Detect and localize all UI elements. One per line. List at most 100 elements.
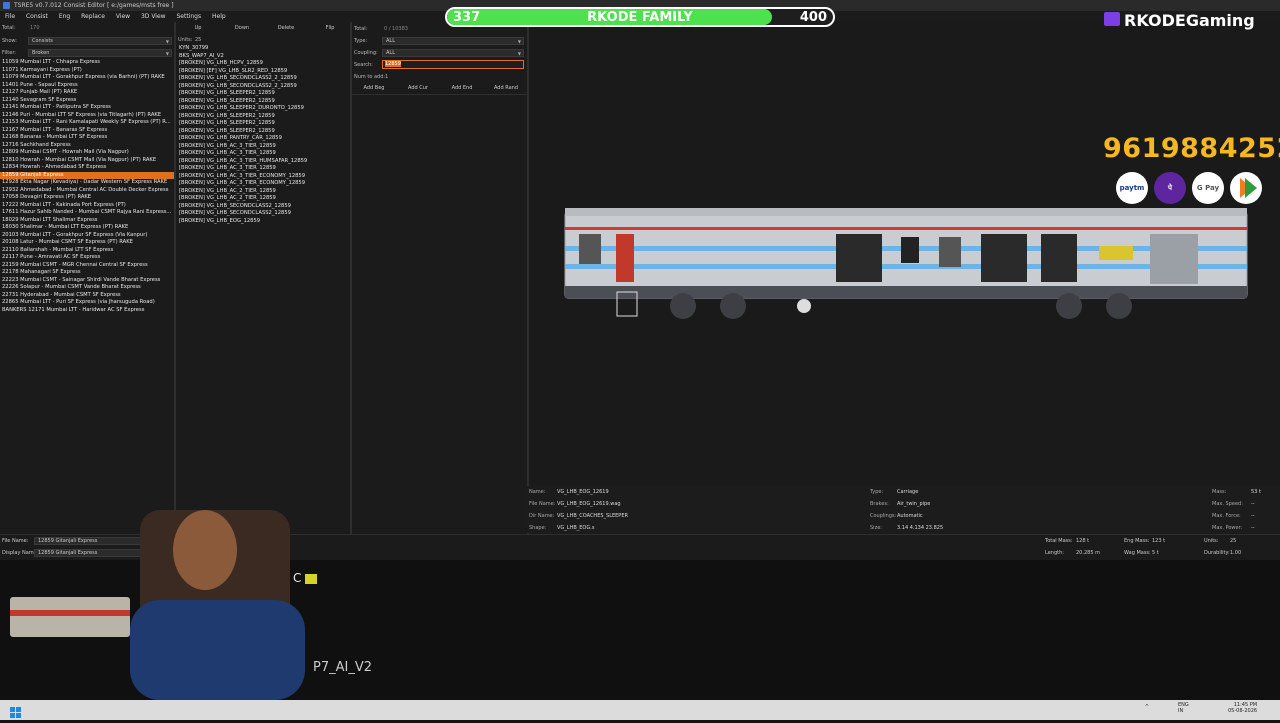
consist-list[interactable]: 11059 Mumbai LTT - Chhapra Express 11071 … (0, 59, 174, 319)
unit-list-item[interactable]: [BROKEN] VG_LHB_SECONDCLASS2_12859 (177, 210, 352, 218)
consist-list-item[interactable]: 12834 Howrah - Ahmedabad SF Express (0, 164, 174, 172)
contact-number: 9619884252 (1103, 133, 1280, 164)
properties-panel: Name: VG_LHB_EOG_12619 File Name: VG_LHB… (527, 486, 1280, 533)
down-button[interactable]: Down (222, 24, 262, 33)
unit-list-item[interactable]: [BROKEN] VG_LHB_HCPV_12859 (177, 60, 352, 68)
unit-list-item[interactable]: [BROKEN] VG_LHB_AC_3_TIER_12859 (177, 143, 352, 151)
consist-list-item[interactable]: 12928 Ekta Nagar (Kevadiya) - Dadar West… (0, 179, 174, 187)
consist-list-item[interactable]: 12810 Howrah - Mumbai CSMT Mail (Via Nag… (0, 157, 174, 165)
3d-viewport[interactable] (529, 22, 1280, 484)
unit-list-item[interactable]: [BROKEN] VG_LHB_SLEEPER2_12859 (177, 128, 352, 136)
consist-list-item[interactable]: 12140 Sevagram SF Express (0, 97, 174, 105)
consist-list-item[interactable]: BANKERS 12171 Mumbai LTT - Haridwar AC S… (0, 307, 174, 315)
gpay-icon: G Pay (1192, 172, 1224, 204)
consist-list-item[interactable]: 22223 Mumbai CSMT - Sainagar Shirdi Vand… (0, 277, 174, 285)
num-to-add-value[interactable]: 1 (385, 74, 388, 80)
filter-select[interactable]: Broken ▼ (28, 49, 172, 57)
consist-list-item[interactable]: 17058 Devagiri Express (PT) RAKE (0, 194, 174, 202)
add-cur-button[interactable]: Add Cur (398, 84, 438, 93)
unit-list-item[interactable]: [BROKEN] VG_LHB_SECONDCLASS2_12859 (177, 203, 352, 211)
prop-size-label: Size: (870, 525, 882, 531)
delete-button[interactable]: Delete (266, 24, 306, 33)
unit-list-item[interactable]: BKS_WAP7_AI_V2 (177, 53, 352, 61)
units-total-label: Units: (1204, 538, 1219, 544)
add-beg-button[interactable]: Add Beg (354, 84, 394, 93)
coupling-select[interactable]: ALL ▼ (382, 49, 524, 57)
add-end-button[interactable]: Add End (442, 84, 482, 93)
unit-list-item[interactable]: KYN_30799 (177, 45, 352, 53)
unit-list-item[interactable]: [BROKEN] VG_LHB_SECONDCLASS2_2_12859 (177, 83, 352, 91)
menu-help[interactable]: Help (212, 13, 226, 20)
unit-list-item[interactable]: [BROKEN] VG_LHB_AC_3_TIER_HUMSAFAR_12859 (177, 158, 352, 166)
unit-list-item[interactable]: [BROKEN] VG_LHB_AC_2_TIER_12859 (177, 188, 352, 196)
unit-list-item[interactable]: [BROKEN] VG_LHB_SLEEPER2_12859 (177, 113, 352, 121)
unit-list-item[interactable]: [BROKEN] [EF] VG_LHB_SLR2_RED_12859 (177, 68, 352, 76)
unit-list-item[interactable]: [BROKEN] VG_LHB_AC_3_TIER_12859 (177, 150, 352, 158)
search-input[interactable]: 12859 (382, 60, 524, 69)
consist-list-item[interactable]: 12809 Mumbai CSMT - Howrah Mail (Via Nag… (0, 149, 174, 157)
unit-list-item[interactable]: [BROKEN] VG_LHB_EOG_12859 (177, 218, 352, 226)
prop-type-label: Type: (870, 489, 884, 495)
flip-button[interactable]: Flip (310, 24, 350, 33)
consist-list-item[interactable]: 17222 Mumbai LTT - Kakinada Port Express… (0, 202, 174, 210)
consist-list-item[interactable]: 18029 Mumbai LTT Shalimar Express (0, 217, 174, 225)
consist-list-item[interactable]: 12168 Banaras - Mumbai LTT SF Express (0, 134, 174, 142)
consist-list-item[interactable]: 12153 Mumbai LTT - Rani Kamalapati Weekl… (0, 119, 174, 127)
consist-list-item[interactable]: 20103 Mumbai LTT - Gorakhpur SF Express … (0, 232, 174, 240)
wag-mass-value: 5 t (1152, 550, 1159, 556)
up-button[interactable]: Up (178, 24, 218, 33)
menu-view[interactable]: View (116, 13, 130, 20)
unit-list[interactable]: KYN_30799 BKS_WAP7_AI_V2 [BROKEN] VG_LHB_H… (177, 45, 352, 240)
show-select[interactable]: Consists ▼ (28, 37, 172, 45)
consist-list-item[interactable]: 12167 Mumbai LTT - Banaras SF Express (0, 127, 174, 135)
consist-list-item[interactable]: 11079 Mumbai LTT - Gorakhpur Express (vi… (0, 74, 174, 82)
consist-list-item[interactable]: 22731 Hyderabad - Mumbai CSMT SF Express (0, 292, 174, 300)
consist-list-item[interactable]: 22226 Solapur - Mumbai CSMT Vande Bharat… (0, 284, 174, 292)
consist-list-item[interactable]: 11059 Mumbai LTT - Chhapra Express (0, 59, 174, 67)
language-indicator[interactable]: ENG IN (1178, 702, 1189, 714)
unit-list-item[interactable]: [BROKEN] VG_LHB_AC_3_TIER_12859 (177, 165, 352, 173)
consist-list-item[interactable]: 11071 Karmayani Express (PT) (0, 67, 174, 75)
clock[interactable]: 11:45 PM 05-08-2026 (1228, 702, 1257, 714)
unit-list-item[interactable]: [BROKEN] VG_LHB_AC_3_TIER_ECONOMY_12859 (177, 180, 352, 188)
prop-name-value: VG_LHB_EOG_12619 (557, 489, 609, 495)
consist-list-item[interactable]: 11401 Pune - Sapaul Express (0, 82, 174, 90)
filter-select-value: Broken (32, 50, 50, 56)
unit-list-item[interactable]: [BROKEN] VG_LHB_AC_3_TIER_ECONOMY_12859 (177, 173, 352, 181)
unit-list-item[interactable]: [BROKEN] VG_LHB_SLEEPER2_DURONTO_12859 (177, 105, 352, 113)
unit-list-item[interactable]: [BROKEN] VG_LHB_SECONDCLASS2_2_12859 (177, 75, 352, 83)
consist-list-item[interactable]: 22178 Mahanagari SF Express (0, 269, 174, 277)
units-count: 25 (195, 37, 202, 43)
unit-list-item[interactable]: [BROKEN] VG_LHB_AC_2_TIER_12859 (177, 195, 352, 203)
windows-start-icon[interactable] (10, 704, 22, 718)
consist-list-item[interactable]: 22117 Pune - Amravati AC SF Express (0, 254, 174, 262)
consist-list-item[interactable]: 12859 Gitanjali Express (0, 171, 174, 179)
unit-list-item[interactable]: [BROKEN] VG_LHB_SLEEPER2_12859 (177, 98, 352, 106)
consist-list-item[interactable]: 22110 Ballarshah - Mumbai LTT SF Express (0, 247, 174, 255)
consist-list-item[interactable]: 18030 Shalimar - Mumbai LTT Express (PT)… (0, 224, 174, 232)
consist-list-item[interactable]: 12146 Puri - Mumbai LTT SF Express (via … (0, 112, 174, 120)
menu-3d-view[interactable]: 3D View (141, 13, 166, 20)
unit-list-item[interactable]: [BROKEN] VG_LHB_PANTRY_CAR_12859 (177, 135, 352, 143)
menu-settings[interactable]: Settings (177, 13, 202, 20)
add-rand-button[interactable]: Add Rand (486, 84, 526, 93)
menu-eng[interactable]: Eng (59, 13, 70, 20)
consist-list-item[interactable]: 12932 Ahmedabad - Mumbai Central AC Doub… (0, 187, 174, 195)
consist-list-item[interactable]: 12141 Mumbai LTT - Patliputra SF Express (0, 104, 174, 112)
unit-list-item[interactable]: [BROKEN] VG_LHB_SLEEPER2_12859 (177, 90, 352, 98)
menu-consist[interactable]: Consist (26, 13, 48, 20)
unit-list-item[interactable]: [BROKEN] VG_LHB_SLEEPER2_12859 (177, 120, 352, 128)
consist-list-item[interactable]: 20108 Latur - Mumbai CSMT SF Express (PT… (0, 239, 174, 247)
consist-list-item[interactable]: 12716 Sachkhand Express (0, 142, 174, 150)
consist-list-item[interactable]: 22865 Mumbai LTT - Puri SF Express (via … (0, 299, 174, 307)
menu-file[interactable]: File (5, 13, 15, 20)
durability-value[interactable]: 1.00 (1230, 550, 1241, 556)
consist-list-item[interactable]: 22159 Mumbai CSMT - MGR Chennai Central … (0, 262, 174, 270)
consist-list-item[interactable]: 17611 Hazur Sahib Nanded - Mumbai CSMT R… (0, 209, 174, 217)
type-select[interactable]: ALL ▼ (382, 37, 524, 45)
menu-replace[interactable]: Replace (81, 13, 105, 20)
tray-chevron-icon[interactable]: ⌃ (1144, 703, 1150, 711)
chevron-down-icon: ▼ (517, 39, 521, 44)
left-total-label: Total: (2, 25, 16, 31)
consist-list-item[interactable]: 12127 Punjab Mail (PT) RAKE (0, 89, 174, 97)
